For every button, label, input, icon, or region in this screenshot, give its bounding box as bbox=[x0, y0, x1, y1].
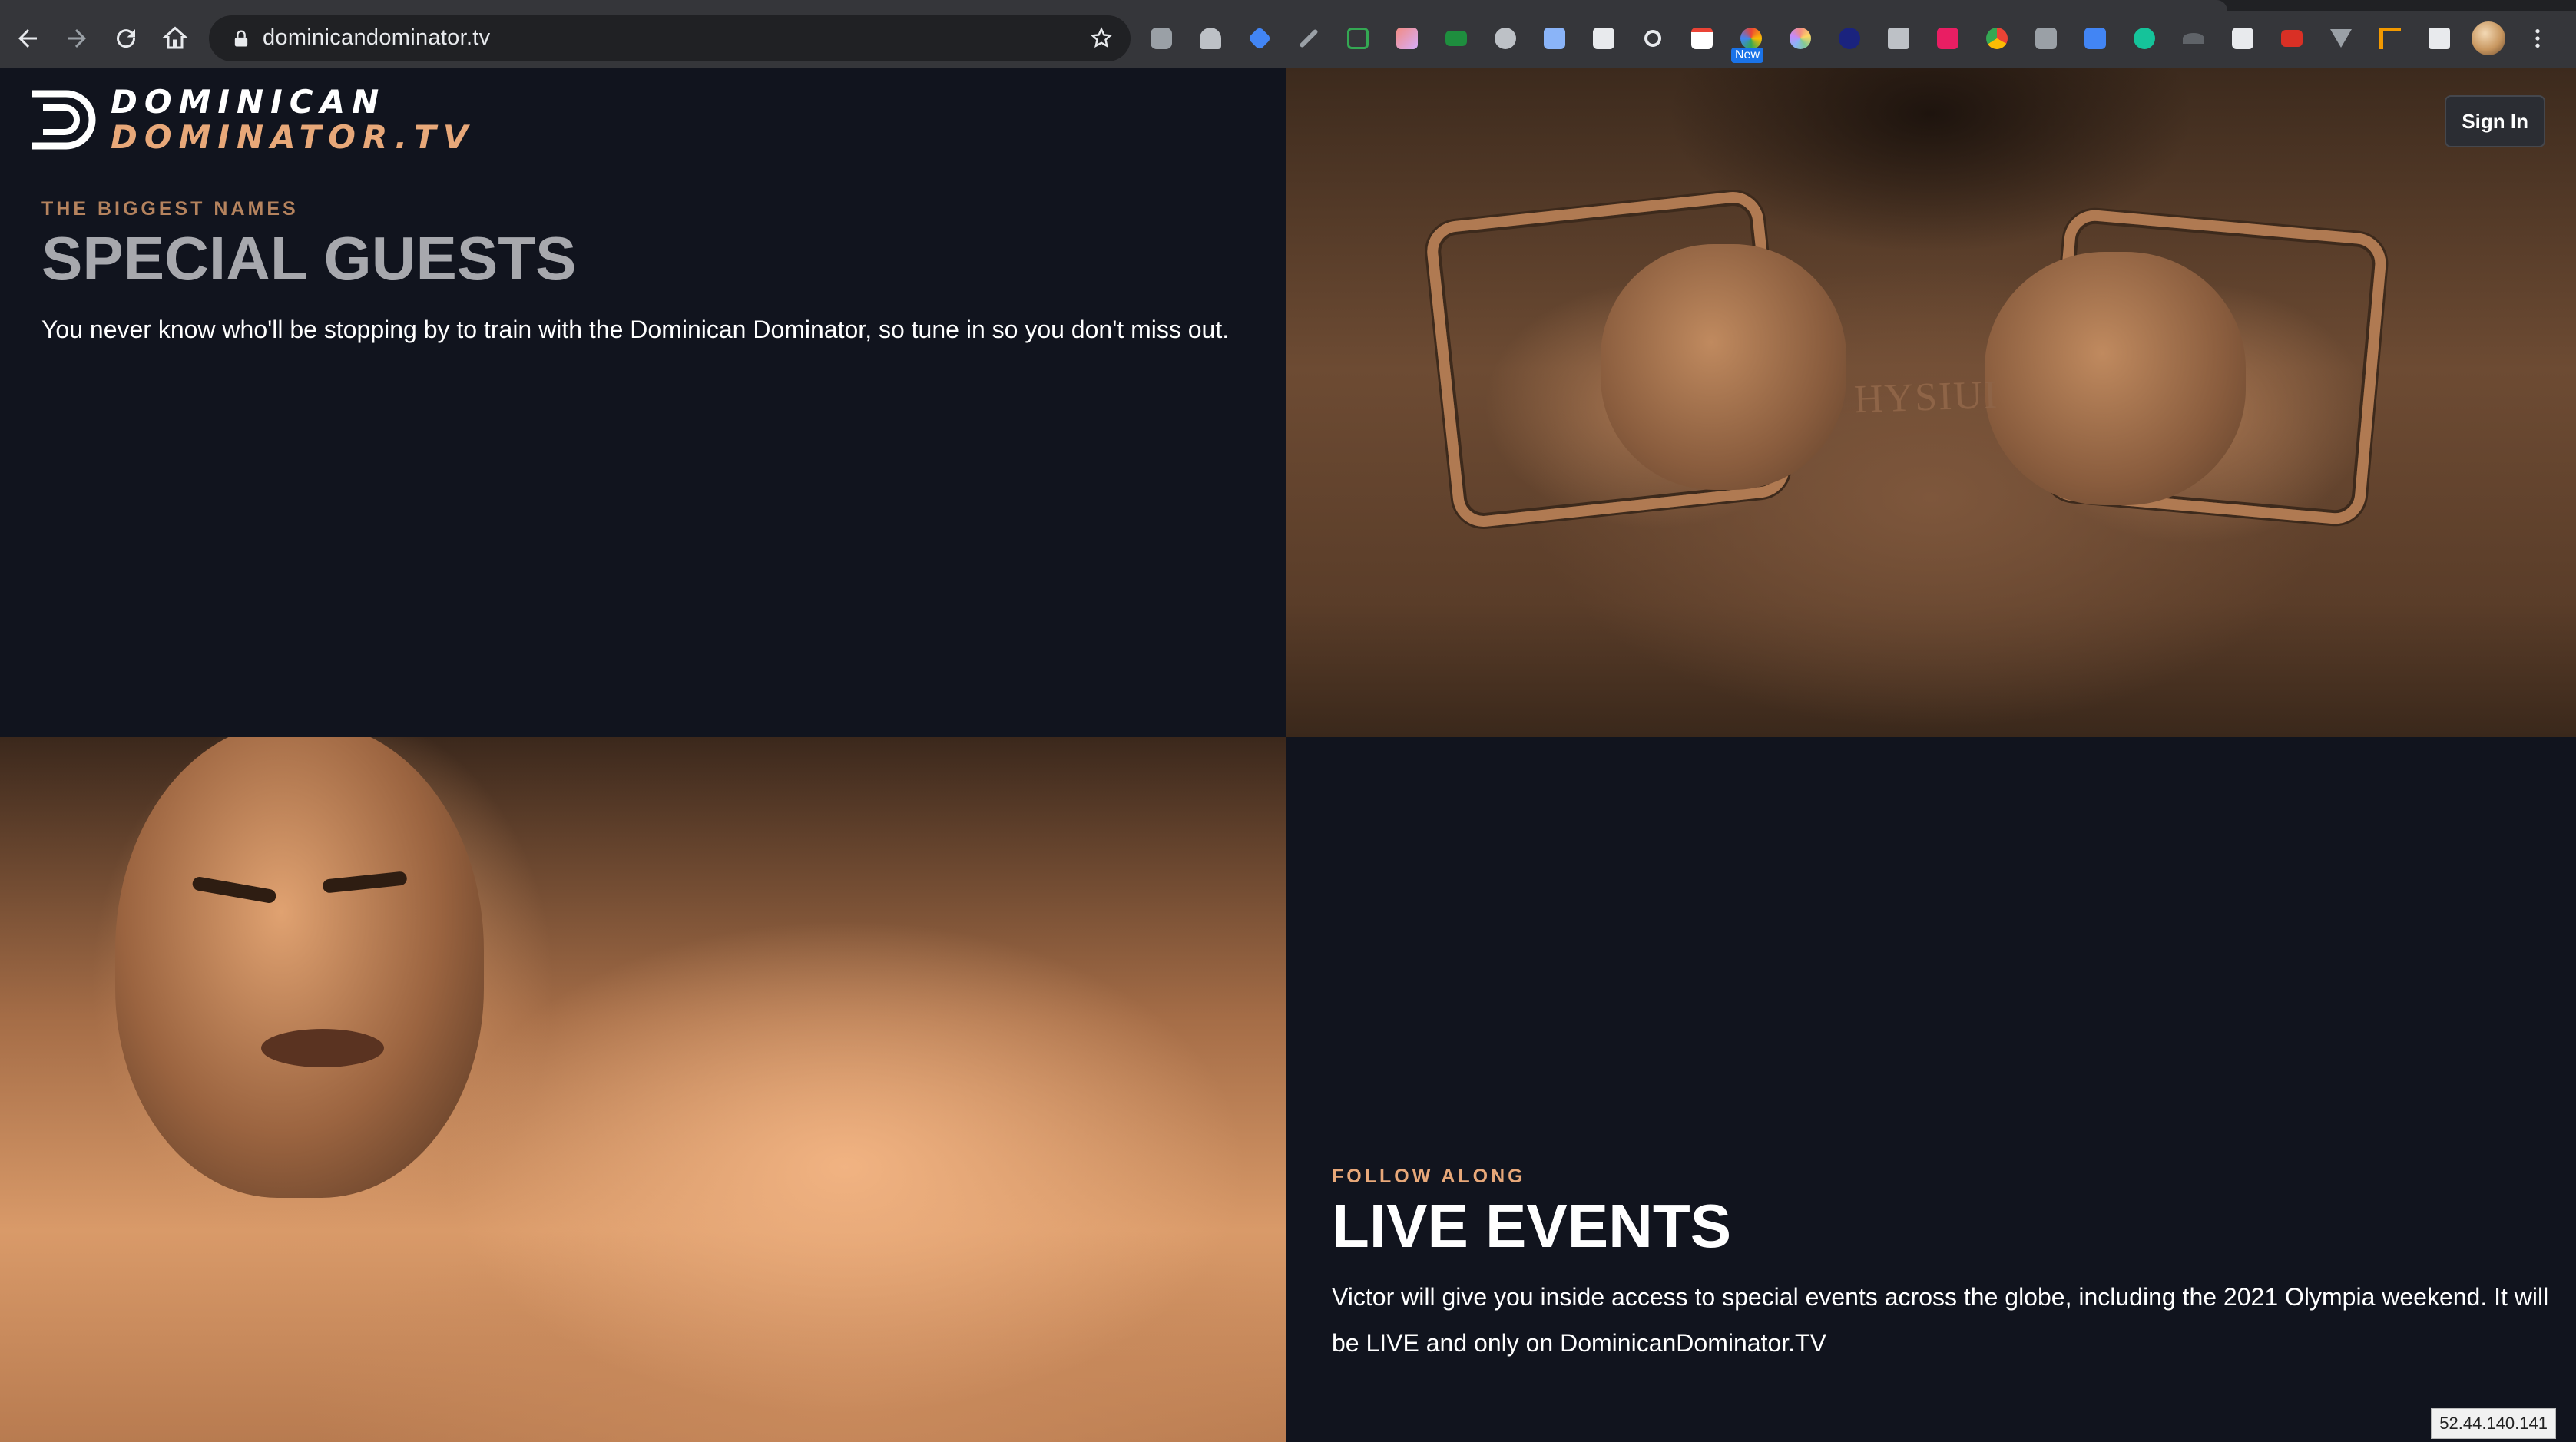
live-events-block: FOLLOW ALONG LIVE EVENTS Victor will giv… bbox=[1332, 1166, 2561, 1366]
video-extension-icon[interactable] bbox=[1439, 21, 1473, 55]
puzzle-extensions-icon[interactable] bbox=[2422, 21, 2456, 55]
site-logo[interactable]: DOMINICAN DOMINATOR.TV bbox=[26, 84, 475, 155]
book-extension-icon[interactable] bbox=[1587, 21, 1621, 55]
logo-d-icon bbox=[32, 90, 96, 150]
browser-menu-icon[interactable] bbox=[2521, 21, 2554, 55]
special-guests-body: You never know who'll be stopping by to … bbox=[41, 316, 1230, 343]
reload-icon[interactable] bbox=[106, 18, 146, 58]
special-guests-eyebrow: THE BIGGEST NAMES bbox=[41, 198, 299, 220]
ip-extension-icon[interactable] bbox=[1833, 21, 1866, 55]
right-fist bbox=[1985, 252, 2246, 505]
portrait-head bbox=[115, 737, 484, 1198]
chrome-extension-icon[interactable] bbox=[1980, 21, 2014, 55]
live-events-eyebrow: FOLLOW ALONG bbox=[1332, 1166, 1526, 1187]
page-content: DOMINICAN DOMINATOR.TV THE BIGGEST NAMES… bbox=[0, 68, 2576, 1442]
shirt-print: HYSIUI bbox=[1853, 372, 2000, 422]
live-events-panel: FOLLOW ALONG LIVE EVENTS Victor will giv… bbox=[1286, 737, 2576, 1442]
translate-extension-icon[interactable] bbox=[2029, 21, 2063, 55]
address-bar[interactable]: dominicandominator.tv bbox=[209, 15, 1131, 61]
magnifier-extension-icon[interactable] bbox=[1636, 21, 1670, 55]
gradient-extension-icon[interactable] bbox=[1390, 21, 1424, 55]
window-extension-icon[interactable] bbox=[1341, 21, 1375, 55]
home-icon[interactable] bbox=[155, 18, 195, 58]
active-tab-edge bbox=[0, 0, 2227, 11]
gem-extension-icon[interactable] bbox=[1243, 21, 1276, 55]
live-events-body: Victor will give you inside access to sp… bbox=[1332, 1283, 2549, 1357]
vue-extension-icon[interactable] bbox=[2324, 21, 2358, 55]
pen-extension-icon[interactable] bbox=[1538, 21, 1571, 55]
spy-extension-icon[interactable] bbox=[1194, 21, 1227, 55]
tab-strip bbox=[0, 0, 2576, 11]
bulb-extension-icon[interactable] bbox=[2226, 21, 2260, 55]
logo-line-2: DOMINATOR.TV bbox=[111, 118, 475, 156]
logo-wordmark: DOMINICAN DOMINATOR.TV bbox=[111, 84, 475, 155]
gear-extension-icon[interactable] bbox=[1488, 21, 1522, 55]
bookmark-star-icon[interactable] bbox=[1089, 26, 1114, 51]
grammarly-extension-icon[interactable] bbox=[2127, 21, 2161, 55]
back-icon[interactable] bbox=[8, 18, 48, 58]
eyedropper-extension-icon[interactable] bbox=[1292, 21, 1326, 55]
share-extension-icon[interactable] bbox=[1882, 21, 1915, 55]
lock-icon[interactable] bbox=[230, 28, 252, 49]
live-events-title: LIVE EVENTS bbox=[1332, 1192, 1732, 1260]
reader-extension-icon[interactable] bbox=[1931, 21, 1965, 55]
special-guests-block: THE BIGGEST NAMES SPECIAL GUESTS You nev… bbox=[41, 198, 1270, 352]
logo-line-1: DOMINICAN bbox=[111, 83, 386, 121]
grips-photo: HYSIUI Sign In bbox=[1286, 68, 2576, 737]
camera-extension-icon[interactable] bbox=[1144, 21, 1178, 55]
url-text[interactable]: dominicandominator.tv bbox=[263, 25, 490, 51]
special-guests-panel: DOMINICAN DOMINATOR.TV THE BIGGEST NAMES… bbox=[0, 68, 1286, 737]
left-fist bbox=[1601, 244, 1846, 490]
extensions-bar: New bbox=[1144, 17, 2554, 63]
rainbow-extension-icon[interactable]: New bbox=[1731, 21, 1768, 63]
new-badge: New bbox=[1731, 48, 1764, 63]
colorwheel-extension-icon[interactable] bbox=[1783, 21, 1817, 55]
special-guests-title: SPECIAL GUESTS bbox=[41, 224, 577, 293]
profile-avatar[interactable] bbox=[2472, 21, 2505, 55]
browser-toolbar: dominicandominator.tv New bbox=[0, 0, 2576, 68]
wifi-extension-icon[interactable] bbox=[2177, 21, 2210, 55]
calendar-extension-icon[interactable] bbox=[1685, 21, 1719, 55]
corner-extension-icon[interactable] bbox=[2373, 21, 2407, 55]
portrait-lips bbox=[261, 1029, 384, 1067]
sign-in-button[interactable]: Sign In bbox=[2445, 95, 2545, 147]
ip-address-label: 52.44.140.141 bbox=[2431, 1408, 2556, 1439]
portrait-photo bbox=[0, 737, 1286, 1442]
forward-icon[interactable] bbox=[57, 18, 97, 58]
blue-extension-icon[interactable] bbox=[2078, 21, 2112, 55]
dots-extension-icon[interactable] bbox=[2275, 21, 2309, 55]
